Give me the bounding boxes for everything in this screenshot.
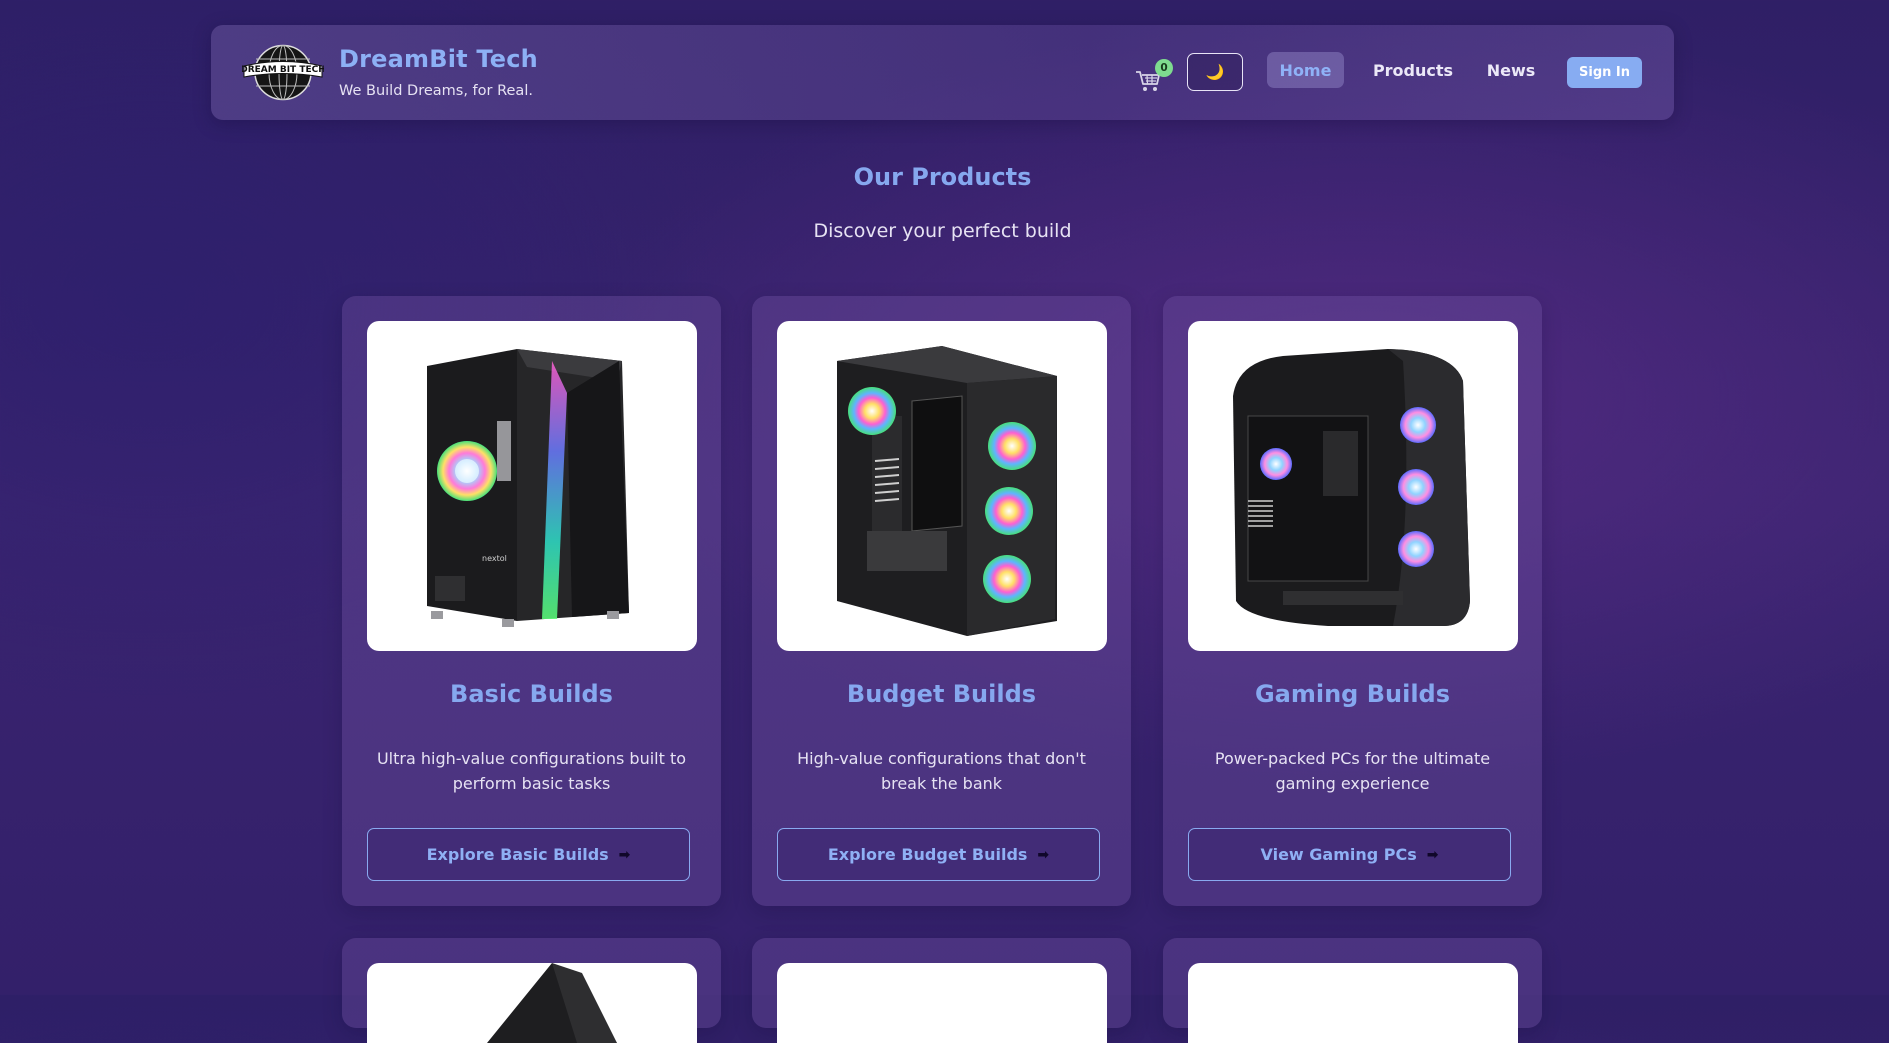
product-card-partial: [342, 938, 721, 1043]
product-card-partial: [1163, 938, 1542, 1043]
product-card-title: Gaming Builds: [1254, 680, 1451, 708]
product-card-description: Ultra high-value configurations built to…: [376, 749, 687, 793]
nav-products-link[interactable]: Products: [1366, 52, 1460, 88]
pc-case-image-partial: [367, 963, 697, 1043]
cart-count-badge: 0: [1155, 59, 1173, 77]
button-label: View Gaming PCs: [1260, 845, 1417, 864]
section-subtitle: Discover your perfect build: [813, 220, 1072, 242]
dreambit-logo[interactable]: DREAM BIT TECH: [240, 44, 326, 101]
pc-case-basic-image: nextol: [367, 321, 697, 651]
brand-tagline: We Build Dreams, for Real.: [339, 83, 533, 99]
brand-name: DreamBit Tech: [339, 45, 538, 73]
product-card-partial: [752, 938, 1131, 1043]
product-card-title: Budget Builds: [846, 680, 1037, 708]
product-image-partial: [777, 963, 1107, 1043]
view-gaming-pcs-button[interactable]: View Gaming PCs ➡: [1188, 828, 1511, 881]
product-card-gaming: Gaming Builds Power-packed PCs for the u…: [1163, 296, 1542, 906]
theme-toggle-button[interactable]: 🌙: [1187, 53, 1243, 91]
arrow-right-icon: ➡: [1037, 846, 1050, 863]
button-label: Explore Basic Builds: [426, 845, 609, 864]
product-image-partial: [1188, 963, 1518, 1043]
product-card-description: Power-packed PCs for the ultimate gaming…: [1214, 749, 1491, 793]
section-title: Our Products: [853, 163, 1032, 191]
explore-budget-builds-button[interactable]: Explore Budget Builds ➡: [777, 828, 1100, 881]
nav-news-link[interactable]: News: [1481, 52, 1541, 88]
pc-case-budget-image: [777, 321, 1107, 651]
product-card-budget: Budget Builds High-value configurations …: [752, 296, 1131, 906]
moon-icon: 🌙: [1205, 64, 1225, 81]
product-card-title: Basic Builds: [450, 680, 613, 708]
cart-button[interactable]: 0: [1123, 56, 1173, 96]
nav-home-link[interactable]: Home: [1267, 52, 1344, 88]
logo-text: DREAM BIT TECH: [242, 65, 324, 75]
svg-text:nextol: nextol: [482, 554, 507, 563]
product-card-description: High-value configurations that don't bre…: [797, 749, 1086, 793]
product-card-basic: nextol Basic Builds Ultra high-value con…: [342, 296, 721, 906]
arrow-right-icon: ➡: [618, 846, 631, 863]
explore-basic-builds-button[interactable]: Explore Basic Builds ➡: [367, 828, 690, 881]
button-label: Explore Budget Builds: [827, 845, 1028, 864]
arrow-right-icon: ➡: [1426, 846, 1439, 863]
pc-case-gaming-image: [1188, 321, 1518, 651]
navbar: DREAM BIT TECH DreamBit Tech We Build Dr…: [211, 25, 1674, 120]
sign-in-button[interactable]: Sign In: [1567, 57, 1642, 88]
